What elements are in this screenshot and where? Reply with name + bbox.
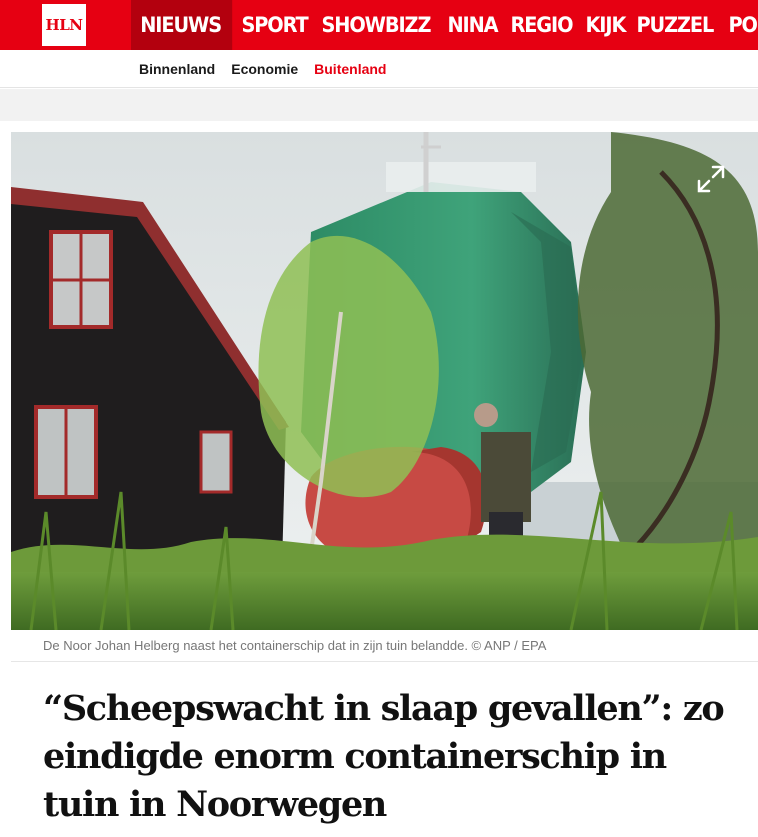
ad-placeholder-band bbox=[0, 89, 758, 121]
article-photo[interactable] bbox=[11, 132, 758, 630]
nav-item-nieuws[interactable]: NIEUWS bbox=[131, 0, 233, 50]
logo-text: HLN bbox=[45, 16, 83, 34]
photo-caption: De Noor Johan Helberg naast het containe… bbox=[43, 638, 547, 653]
nav-item-sport[interactable]: SPORT bbox=[235, 0, 314, 50]
nav-item-kijk[interactable]: KIJK bbox=[579, 0, 632, 50]
nav-item-puzzel[interactable]: PUZZEL bbox=[630, 0, 720, 50]
expand-icon[interactable] bbox=[696, 164, 726, 194]
main-nav: NIEUWS SPORT SHOWBIZZ NINA REGIO KIJK PU… bbox=[131, 0, 758, 50]
article-headline: “Scheepswacht in slaap gevallen”: zo ein… bbox=[43, 688, 725, 825]
photo-illustration bbox=[11, 132, 758, 630]
top-nav-bar: HLN NIEUWS SPORT SHOWBIZZ NINA REGIO KIJ… bbox=[0, 0, 758, 50]
subnav-item-binnenland[interactable]: Binnenland bbox=[139, 61, 215, 77]
subnav-item-buitenland[interactable]: Buitenland bbox=[314, 61, 386, 77]
nav-item-podcast[interactable]: PODC bbox=[722, 0, 758, 50]
sub-nav: Binnenland Economie Buitenland bbox=[0, 50, 758, 88]
nav-item-regio[interactable]: REGIO bbox=[504, 0, 579, 50]
subnav-item-economie[interactable]: Economie bbox=[231, 61, 298, 77]
nav-item-nina[interactable]: NINA bbox=[441, 0, 504, 50]
hln-logo[interactable]: HLN bbox=[42, 4, 86, 46]
nav-item-showbizz[interactable]: SHOWBIZZ bbox=[315, 0, 437, 50]
caption-divider bbox=[11, 661, 758, 662]
